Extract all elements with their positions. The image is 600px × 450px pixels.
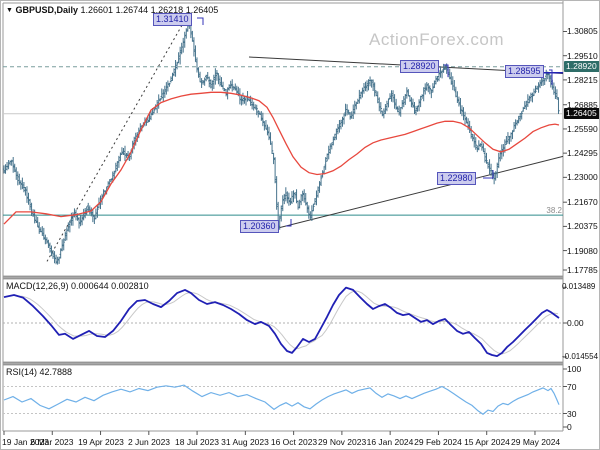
trading-chart-window: ActionForex.com ▼ GBPUSD,Daily 1.26601 1…: [0, 0, 600, 450]
main-chart-area[interactable]: [3, 3, 563, 276]
macd-panel-area[interactable]: [3, 279, 563, 362]
price-axis[interactable]: [563, 1, 599, 431]
rsi-panel-area[interactable]: [3, 365, 563, 431]
time-axis[interactable]: [1, 431, 599, 449]
